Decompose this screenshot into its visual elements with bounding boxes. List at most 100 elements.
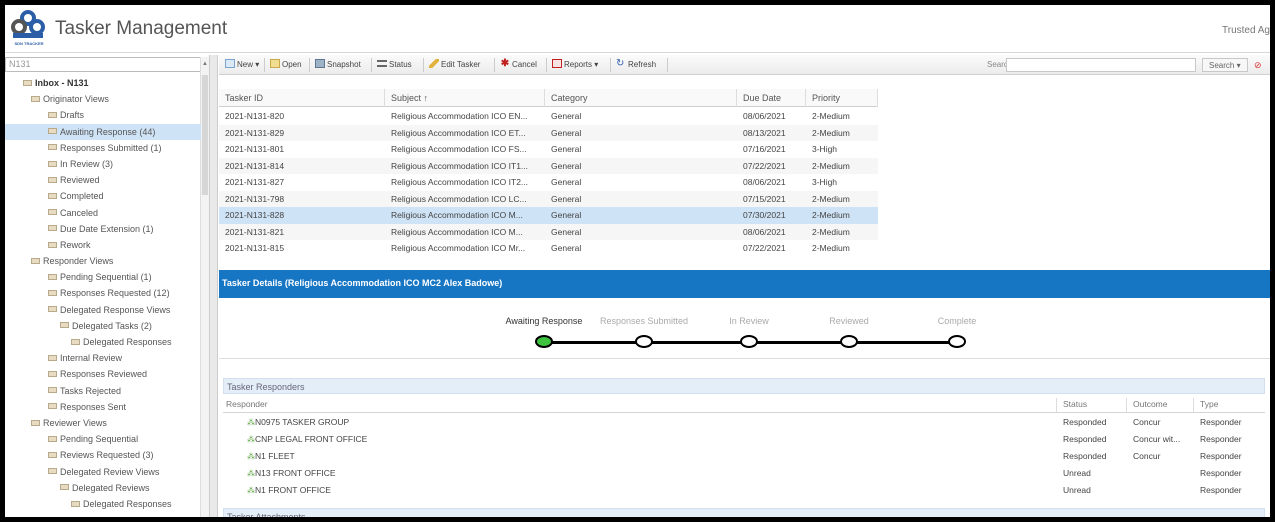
table-row[interactable]: 2021-N131-801 Religious Accommodation ICO… xyxy=(219,141,878,158)
clear-search-icon[interactable]: ⊘ xyxy=(1254,60,1264,70)
table-row[interactable]: 2021-N131-821 Religious Accommodation ICO… xyxy=(219,223,878,240)
responders-section-header[interactable]: Tasker Responders xyxy=(223,378,1265,394)
table-row[interactable]: 2021-N131-798 Religious Accommodation ICO… xyxy=(219,190,878,207)
sidebar-item[interactable]: Delegated Tasks (2) xyxy=(5,318,201,334)
responder-row[interactable]: ⁂N13 FRONT OFFICE Unread Responder xyxy=(223,465,1265,482)
open-button[interactable]: Open xyxy=(270,58,302,72)
table-cell: 2021-N131-828 xyxy=(225,210,285,220)
sidebar-item[interactable]: Pending Sequential xyxy=(5,431,201,447)
sidebar-item[interactable]: Reviewed xyxy=(5,172,201,188)
sidebar-item[interactable]: Responses Sent xyxy=(5,399,201,415)
refresh-button[interactable]: ↻ Refresh xyxy=(616,58,656,72)
reports-button[interactable]: Reports ▾ xyxy=(552,58,598,72)
responder-row[interactable]: ⁂N1 FRONT OFFICE Unread Responder xyxy=(223,482,1265,499)
cancel-button[interactable]: ✱ Cancel xyxy=(500,58,537,72)
snapshot-button[interactable]: Snapshot xyxy=(315,58,361,72)
folder-icon xyxy=(48,468,57,475)
logo-caption: SDN TRACKER xyxy=(14,41,44,46)
table-cell: General xyxy=(551,243,582,253)
table-cell: General xyxy=(551,111,582,121)
sidebar-item[interactable]: Canceled xyxy=(5,205,201,221)
responder-name: CNP LEGAL FRONT OFFICE xyxy=(255,434,368,444)
grid-column-header[interactable]: Category xyxy=(545,89,737,107)
sidebar-scrollbar[interactable]: ▲ xyxy=(200,57,209,517)
attachments-section-header[interactable]: Tasker Attachments xyxy=(223,508,1265,517)
tasker-grid: Tasker ID Subject ↑ Category Due Date Priori… xyxy=(219,77,879,277)
table-cell: 07/22/2021 xyxy=(743,243,786,253)
table-cell: Religious Accommodation ICO M... xyxy=(391,210,523,220)
responder-row[interactable]: ⁂N0975 TASKER GROUP Responded Concur Respon… xyxy=(223,414,1265,431)
sidebar-item[interactable]: Originator Views xyxy=(5,91,201,107)
sidebar-item[interactable]: Reviewer Views xyxy=(5,415,201,431)
sidebar-item[interactable]: Responses Requested (12) xyxy=(5,285,201,301)
responder-row[interactable]: ⁂CNP LEGAL FRONT OFFICE Responded Concur w… xyxy=(223,431,1265,448)
sidebar-item[interactable]: Responses Reviewed xyxy=(5,366,201,382)
group-icon: ⁂ xyxy=(247,435,255,444)
sidebar-item[interactable]: Delegated Responses xyxy=(5,334,201,350)
responder-name-cell: ⁂N0975 TASKER GROUP xyxy=(247,414,349,431)
status-button[interactable]: Status xyxy=(377,58,412,72)
stage-label: Reviewed xyxy=(829,316,869,326)
responder-type: Responder xyxy=(1200,417,1242,427)
table-row[interactable]: 2021-N131-828 Religious Accommodation ICO… xyxy=(219,207,878,224)
grid-column-header[interactable]: Tasker ID xyxy=(219,89,385,107)
sidebar-item[interactable]: Due Date Extension (1) xyxy=(5,221,201,237)
sidebar-item[interactable]: Inbox - N131 xyxy=(5,75,201,91)
group-icon: ⁂ xyxy=(247,452,255,461)
sidebar-item[interactable]: Tasks Rejected xyxy=(5,383,201,399)
folder-icon xyxy=(48,176,57,183)
sidebar-item[interactable]: Reviews Requested (3) xyxy=(5,447,201,463)
col-responder[interactable]: Responder xyxy=(226,396,268,413)
col-status[interactable]: Status xyxy=(1063,396,1087,413)
table-cell: 07/16/2021 xyxy=(743,144,786,154)
grid-column-header[interactable]: Subject ↑ xyxy=(385,89,545,107)
trusted-agent-link[interactable]: Trusted Ag xyxy=(1222,25,1270,36)
table-row[interactable]: 2021-N131-829 Religious Accommodation ICO… xyxy=(219,124,878,141)
sidebar-item[interactable]: Rework xyxy=(5,237,201,253)
scroll-up-icon[interactable]: ▲ xyxy=(202,61,208,67)
grid-column-header[interactable]: Due Date xyxy=(737,89,806,107)
sidebar-item[interactable]: Responses Submitted (1) xyxy=(5,140,201,156)
edit-tasker-button[interactable]: Edit Tasker xyxy=(429,58,480,72)
pane-splitter[interactable] xyxy=(210,55,218,517)
sidebar-item[interactable]: Delegated Responses xyxy=(5,496,201,512)
search-button[interactable]: Search ▾ xyxy=(1202,58,1248,72)
search-input[interactable] xyxy=(1006,58,1196,72)
group-icon: ⁂ xyxy=(247,486,255,495)
sidebar-item-label: Delegated Reviews xyxy=(72,482,150,493)
col-outcome[interactable]: Outcome xyxy=(1133,396,1168,413)
sidebar-item-label: Pending Sequential (1) xyxy=(60,272,152,283)
folder-icon xyxy=(48,306,57,313)
sidebar-item[interactable]: Awaiting Response (44) xyxy=(5,123,201,140)
responder-row[interactable]: ⁂N1 FLEET Responded Concur Responder xyxy=(223,448,1265,465)
table-cell: Religious Accommodation ICO ET... xyxy=(391,127,526,138)
responders-header: Responder Status Outcome Type xyxy=(223,396,1265,413)
sidebar-item[interactable]: In Review (3) xyxy=(5,156,201,172)
sidebar-item[interactable]: Delegated Review Views xyxy=(5,464,201,480)
sidebar-item[interactable]: Delegated Reviews xyxy=(5,480,201,496)
table-row[interactable]: 2021-N131-820 Religious Accommodation ICO… xyxy=(219,108,878,125)
new-button[interactable]: New ▾ xyxy=(225,58,259,72)
scroll-thumb[interactable] xyxy=(202,75,208,195)
sidebar-item[interactable]: Completed xyxy=(5,188,201,204)
sidebar-item[interactable]: Pending Sequential (1) xyxy=(5,269,201,285)
stage-label: Complete xyxy=(937,316,977,326)
col-type[interactable]: Type xyxy=(1200,396,1218,413)
cancel-button-label: Cancel xyxy=(512,60,537,69)
sdn-tracker-logo[interactable]: SDN TRACKER xyxy=(9,9,47,49)
table-row[interactable]: 2021-N131-815 Religious Accommodation ICO… xyxy=(219,240,878,257)
status-button-label: Status xyxy=(389,60,412,69)
responder-type: Responder xyxy=(1200,485,1242,495)
grid-column-header[interactable]: Priority xyxy=(806,89,878,107)
table-cell: Religious Accommodation ICO Mr... xyxy=(391,243,526,253)
sidebar-item[interactable]: Internal Review xyxy=(5,350,201,366)
table-row[interactable]: 2021-N131-827 Religious Accommodation ICO… xyxy=(219,174,878,191)
sidebar-item[interactable]: Drafts xyxy=(5,107,201,123)
table-row[interactable]: 2021-N131-814 Religious Accommodation ICO… xyxy=(219,157,878,174)
sidebar-search-input[interactable]: N131 xyxy=(5,57,201,72)
sidebar-item[interactable]: Delegated Response Views xyxy=(5,302,201,318)
sidebar-item[interactable]: Responder Views xyxy=(5,253,201,269)
sidebar: N131 ▲ Inbox - N131 Originator Views Draft… xyxy=(5,55,210,517)
table-cell: 07/15/2021 xyxy=(743,193,786,204)
app-window: SDN TRACKER Tasker Management Trusted Ag… xyxy=(5,5,1270,517)
